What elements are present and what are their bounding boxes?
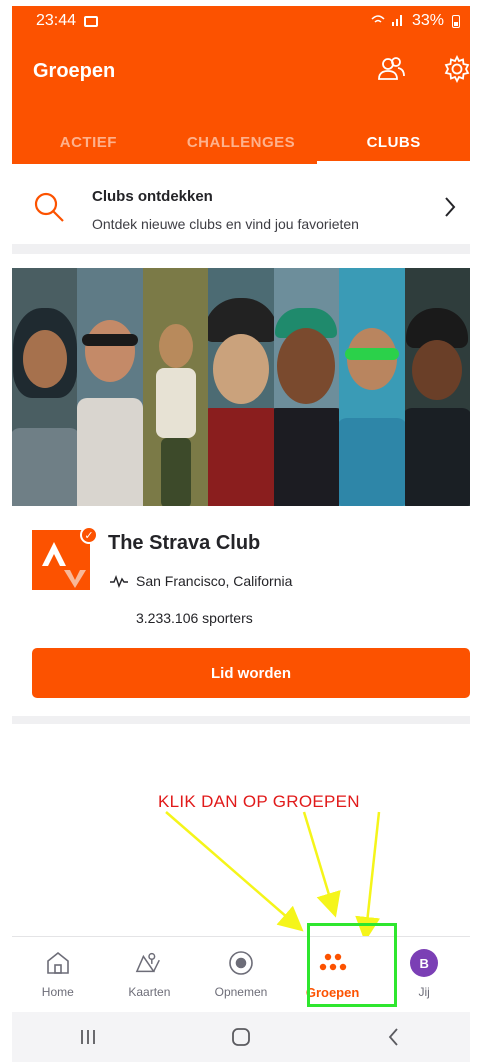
record-icon xyxy=(227,949,255,977)
activity-pulse-icon xyxy=(110,574,128,588)
banner-photo-strip xyxy=(208,268,274,506)
app-header: Groepen ACTIEF CHALLENGES CLUBS xyxy=(12,36,470,164)
banner-photo-strip xyxy=(142,268,209,506)
join-club-button[interactable]: Lid worden xyxy=(32,648,470,698)
club-name[interactable]: The Strava Club xyxy=(108,532,260,555)
verified-badge-icon: ✓ xyxy=(80,526,98,544)
tab-challenges[interactable]: CHALLENGES xyxy=(165,120,318,164)
nav-label-maps: Kaarten xyxy=(128,985,171,999)
nav-maps[interactable]: Kaarten xyxy=(104,937,196,1010)
discover-subtitle: Ontdek nieuwe clubs en vind jou favoriet… xyxy=(92,216,359,232)
status-time: 23:44 xyxy=(36,12,77,29)
club-location: San Francisco, California xyxy=(136,573,293,589)
search-icon xyxy=(32,190,66,224)
home-button-icon[interactable] xyxy=(221,1022,261,1052)
arrow-line xyxy=(165,811,304,932)
back-icon[interactable] xyxy=(374,1022,414,1052)
nav-record[interactable]: Opnemen xyxy=(195,937,287,1010)
nav-label-record: Opnemen xyxy=(214,985,268,999)
arrow-line xyxy=(302,811,341,918)
nav-profile[interactable]: B Jij xyxy=(378,937,470,1010)
club-banner-image xyxy=(12,268,470,506)
annotation-label: KLIK DAN OP GROEPEN xyxy=(158,792,360,811)
nav-label-groups: Groepen xyxy=(305,985,360,1000)
group-tabs: ACTIEF CHALLENGES CLUBS xyxy=(12,120,470,164)
system-navigation-bar xyxy=(12,1012,470,1062)
discover-clubs-row[interactable]: Clubs ontdekken Ontdek nieuwe clubs en v… xyxy=(12,164,470,254)
people-icon[interactable] xyxy=(376,54,406,84)
club-card: ✓ The Strava Club San Francisco, Califor… xyxy=(12,506,470,724)
tab-actief[interactable]: ACTIEF xyxy=(12,120,165,164)
chevron-right-icon xyxy=(440,194,460,220)
nav-label-home: Home xyxy=(41,985,74,999)
tab-clubs[interactable]: CLUBS xyxy=(317,120,470,164)
image-notification-icon xyxy=(84,15,99,27)
recent-apps-icon[interactable] xyxy=(68,1022,108,1052)
club-member-count: 3.233.106 sporters xyxy=(136,610,253,626)
wifi-signal-icon xyxy=(370,13,404,30)
status-battery: 33% xyxy=(411,12,444,29)
nav-home[interactable]: Home xyxy=(12,937,104,1010)
settings-gear-icon[interactable] xyxy=(442,54,472,84)
groups-icon xyxy=(319,949,347,977)
map-icon xyxy=(135,949,163,977)
bottom-navigation: Home Kaarten Opnemen Groepen B Jij xyxy=(12,936,470,1010)
battery-icon xyxy=(452,14,460,28)
banner-photo-strip xyxy=(77,268,143,506)
discover-title: Clubs ontdekken xyxy=(92,188,213,205)
nav-label-profile: Jij xyxy=(418,985,430,999)
banner-photo-strip xyxy=(12,268,78,506)
banner-photo-strip xyxy=(273,268,340,506)
page-title: Groepen xyxy=(33,60,116,82)
avatar: B xyxy=(410,949,439,977)
status-bar: 23:44 33% xyxy=(12,6,470,36)
nav-groups[interactable]: Groepen xyxy=(287,937,379,1010)
banner-photo-strip xyxy=(404,268,470,506)
arrow-line xyxy=(355,811,381,942)
banner-photo-strip xyxy=(339,268,405,506)
home-icon xyxy=(44,949,72,977)
